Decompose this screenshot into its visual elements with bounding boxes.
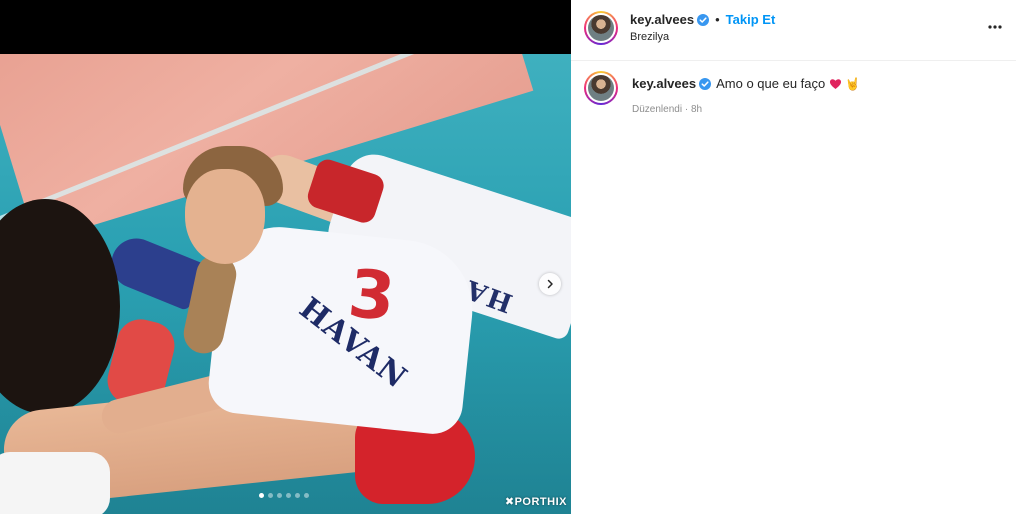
rock-hand-icon: 🤘 (845, 76, 861, 91)
more-options-button[interactable] (986, 18, 1004, 36)
post-header: key.alvees • Takip Et Brezilya (571, 0, 1016, 61)
edited-label: Düzenlendi (632, 104, 683, 115)
post-meta: Düzenlendi · 8h (632, 104, 702, 115)
follow-button[interactable]: Takip Et (726, 12, 776, 27)
username-link[interactable]: key.alvees (630, 12, 694, 27)
heart-icon (830, 78, 842, 89)
location-link[interactable]: Brezilya (630, 31, 669, 43)
post-time[interactable]: 8h (691, 104, 702, 115)
avatar[interactable] (584, 11, 618, 45)
carousel-dot (268, 493, 273, 498)
chevron-right-icon (547, 279, 553, 289)
carousel-dot (304, 493, 309, 498)
separator-dot: • (715, 12, 720, 27)
carousel-dot (277, 493, 282, 498)
carousel-dot (259, 493, 264, 498)
post-side-panel: key.alvees • Takip Et Brezilya key.alvee… (571, 0, 1016, 514)
caption-text: Amo o que eu faço (716, 76, 826, 91)
avatar[interactable] (584, 71, 618, 105)
more-options-icon (988, 25, 1002, 29)
photo-watermark: ✖PORTHIX (504, 496, 567, 508)
carousel-dot (286, 493, 291, 498)
carousel-dot (295, 493, 300, 498)
carousel-indicator (259, 493, 309, 498)
verified-badge-icon (697, 13, 710, 26)
meta-separator: · (684, 104, 689, 115)
post-media: HAVAN 3 HAVAN ✖PORTHIX (0, 0, 571, 514)
caption-username-link[interactable]: key.alvees (632, 76, 696, 91)
carousel-next-button[interactable] (539, 273, 561, 295)
post-photo[interactable]: HAVAN 3 HAVAN ✖PORTHIX (0, 54, 571, 514)
verified-badge-icon (699, 77, 712, 90)
